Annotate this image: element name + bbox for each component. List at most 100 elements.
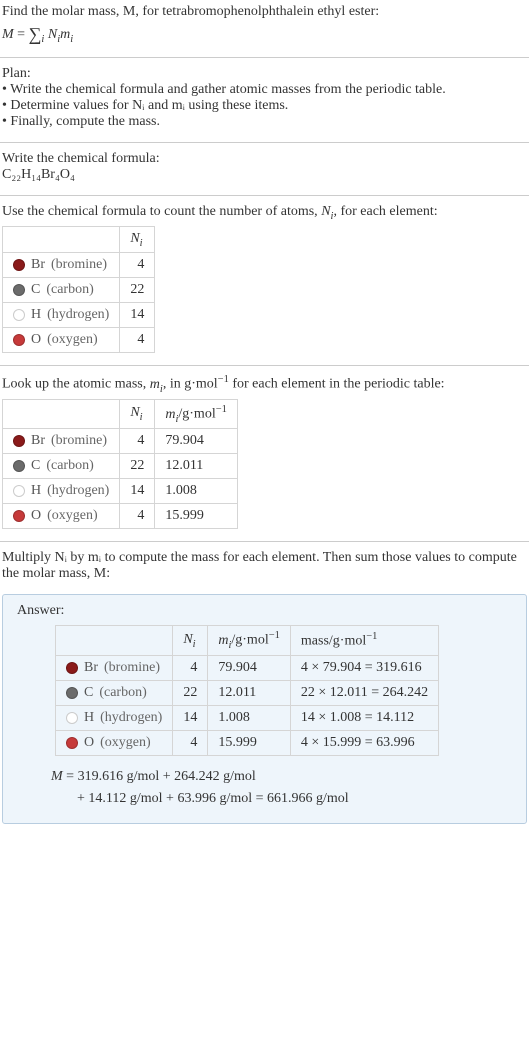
table-row: Br (bromine) 4 79.904 4 × 79.904 = 319.6… <box>56 655 439 680</box>
compute-title: Multiply Nᵢ by mᵢ to compute the mass fo… <box>2 550 527 582</box>
header-ni: Ni <box>173 626 208 655</box>
element-symbol: O <box>31 508 41 524</box>
element-cell: H (hydrogen) <box>3 479 120 504</box>
sigma-icon: ∑ <box>29 24 42 44</box>
mass-cell: 4 × 15.999 = 63.996 <box>290 730 438 755</box>
table-row: O (oxygen) 4 15.999 <box>3 504 238 529</box>
element-cell: C (carbon) <box>3 278 120 303</box>
element-name: (hydrogen) <box>47 307 109 323</box>
element-dot-icon <box>13 510 25 522</box>
header-empty <box>3 226 120 253</box>
chemical-formula: C₂₂H₁₄Br₄O₄ <box>2 167 527 183</box>
element-name: (hydrogen) <box>100 710 162 726</box>
element-symbol: Br <box>31 433 45 449</box>
mass-sum: M = 319.616 g/mol + 264.242 g/mol + 14.1… <box>51 766 516 811</box>
intro-equation: M = ∑i Nimi <box>2 22 527 45</box>
element-cell: Br (bromine) <box>3 429 120 454</box>
element-symbol: H <box>31 483 41 499</box>
count-title: Use the chemical formula to count the nu… <box>2 204 527 222</box>
ni-cell: 4 <box>120 328 155 353</box>
element-symbol: O <box>84 735 94 751</box>
element-dot-icon <box>13 284 25 296</box>
header-ni: Ni <box>120 399 155 428</box>
element-dot-icon <box>13 309 25 321</box>
divider <box>0 57 529 58</box>
mi-cell: 79.904 <box>155 429 238 454</box>
ni-cell: 4 <box>173 655 208 680</box>
element-symbol: C <box>31 282 40 298</box>
eq-rhs: Nimi <box>48 27 73 42</box>
table-row: Br (bromine) 4 <box>3 253 155 278</box>
table-row: O (oxygen) 4 <box>3 328 155 353</box>
element-name: (oxygen) <box>100 735 151 751</box>
element-cell: O (oxygen) <box>3 328 120 353</box>
ni-cell: 14 <box>120 479 155 504</box>
element-cell: O (oxygen) <box>56 730 173 755</box>
mass-sum-line1: M = 319.616 g/mol + 264.242 g/mol <box>51 766 516 788</box>
element-symbol: Br <box>84 660 98 676</box>
header-mi: mi/g·mol−1 <box>208 626 291 655</box>
masses-table: Ni mi/g·mol−1 Br (bromine) 4 79.904 C (c… <box>2 399 238 529</box>
element-cell: Br (bromine) <box>3 253 120 278</box>
formula-section: Write the chemical formula: C₂₂H₁₄Br₄O₄ <box>0 147 529 191</box>
element-symbol: O <box>31 332 41 348</box>
ni-cell: 4 <box>120 429 155 454</box>
header-empty <box>56 626 173 655</box>
element-symbol: C <box>84 685 93 701</box>
mass-cell: 22 × 12.011 = 264.242 <box>290 680 438 705</box>
answer-label: Answer: <box>17 603 516 619</box>
mass-cell: 14 × 1.008 = 14.112 <box>290 705 438 730</box>
count-table: Ni Br (bromine) 4 C (carbon) 22 H (hydro… <box>2 226 155 354</box>
element-name: (hydrogen) <box>47 483 109 499</box>
element-dot-icon <box>66 687 78 699</box>
element-name: (carbon) <box>99 685 146 701</box>
ni-cell: 22 <box>173 680 208 705</box>
element-cell: O (oxygen) <box>3 504 120 529</box>
header-mass: mass/g·mol−1 <box>290 626 438 655</box>
element-cell: H (hydrogen) <box>56 705 173 730</box>
element-dot-icon <box>66 737 78 749</box>
element-name: (bromine) <box>104 660 160 676</box>
ni-cell: 14 <box>120 303 155 328</box>
mass-cell: 4 × 79.904 = 319.616 <box>290 655 438 680</box>
plan-section: Plan: • Write the chemical formula and g… <box>0 62 529 138</box>
element-name: (carbon) <box>46 458 93 474</box>
mi-cell: 12.011 <box>155 454 238 479</box>
element-cell: H (hydrogen) <box>3 303 120 328</box>
header-mi: mi/g·mol−1 <box>155 399 238 428</box>
ni-cell: 22 <box>120 454 155 479</box>
sigma-sub: i <box>41 34 44 45</box>
header-empty <box>3 399 120 428</box>
element-dot-icon <box>13 334 25 346</box>
masses-title: Look up the atomic mass, mi, in g·mol−1 … <box>2 374 527 394</box>
element-name: (oxygen) <box>47 508 98 524</box>
table-row: H (hydrogen) 14 1.008 <box>3 479 238 504</box>
header-ni: Ni <box>120 226 155 253</box>
intro-section: Find the molar mass, M, for tetrabromoph… <box>0 0 529 53</box>
plan-bullet-2: • Determine values for Nᵢ and mᵢ using t… <box>2 98 527 114</box>
table-row: O (oxygen) 4 15.999 4 × 15.999 = 63.996 <box>56 730 439 755</box>
table-header-row: Ni mi/g·mol−1 mass/g·mol−1 <box>56 626 439 655</box>
ni-cell: 4 <box>120 504 155 529</box>
eq-lhs: M <box>2 27 14 42</box>
element-dot-icon <box>13 485 25 497</box>
plan-bullet-1: • Write the chemical formula and gather … <box>2 82 527 98</box>
formula-title: Write the chemical formula: <box>2 151 527 167</box>
element-dot-icon <box>66 662 78 674</box>
element-name: (oxygen) <box>47 332 98 348</box>
element-dot-icon <box>13 259 25 271</box>
table-row: H (hydrogen) 14 1.008 14 × 1.008 = 14.11… <box>56 705 439 730</box>
ni-cell: 22 <box>120 278 155 303</box>
answer-inner: Ni mi/g·mol−1 mass/g·mol−1 Br (bromine) … <box>17 625 516 810</box>
element-symbol: C <box>31 458 40 474</box>
element-symbol: Br <box>31 257 45 273</box>
element-dot-icon <box>13 435 25 447</box>
element-symbol: H <box>84 710 94 726</box>
element-name: (carbon) <box>46 282 93 298</box>
answer-box: Answer: Ni mi/g·mol−1 mass/g·mol−1 Br (b… <box>2 594 527 823</box>
plan-bullet-3: • Finally, compute the mass. <box>2 114 527 130</box>
masses-section: Look up the atomic mass, mi, in g·mol−1 … <box>0 370 529 537</box>
element-name: (bromine) <box>51 257 107 273</box>
compute-section: Multiply Nᵢ by mᵢ to compute the mass fo… <box>0 546 529 590</box>
mi-cell: 1.008 <box>155 479 238 504</box>
